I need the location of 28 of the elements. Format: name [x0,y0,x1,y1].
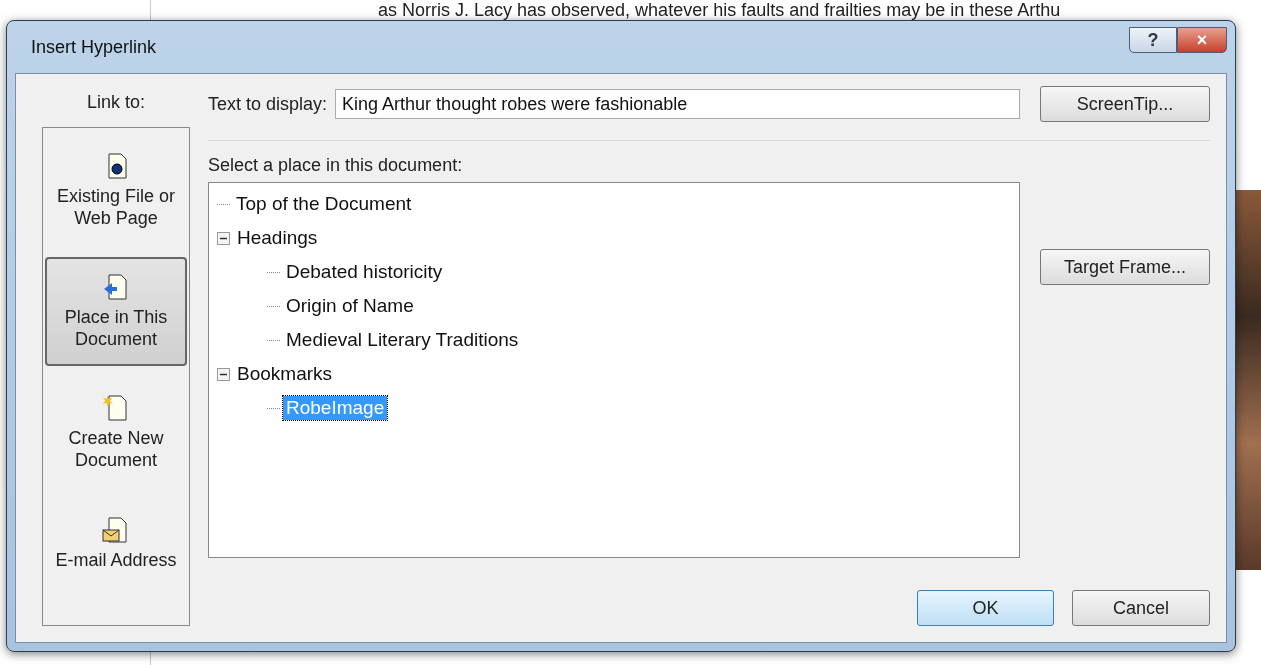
link-type-item[interactable]: E-mail Address [45,499,187,588]
tree-connector-icon [267,338,281,342]
window-title: Insert Hyperlink [31,36,157,58]
collapse-icon[interactable] [217,367,230,381]
tree-item[interactable]: Debated historicity [283,260,446,284]
link-type-item[interactable]: Place in This Document [45,257,187,367]
link-type-item[interactable]: Create New Document [45,378,187,488]
link-to-label: Link to: [86,92,145,113]
collapse-icon[interactable] [217,231,230,245]
tree-item[interactable]: Headings [234,226,321,250]
help-button[interactable]: ? [1129,27,1177,53]
tree-item[interactable]: Top of the Document [233,192,415,216]
tree-item[interactable]: Origin of Name [283,294,417,318]
document-text: as Norris J. Lacy has observed, whatever his faults and frailties may be in these Arthu [378,0,1061,21]
select-place-label: Select a place in this document: [208,155,464,176]
text-to-display-field[interactable]: King Arthur thought robes were fashionable [335,89,1020,119]
link-type-item[interactable]: Existing File or Web Page [45,136,187,246]
tree-item[interactable]: Bookmarks [234,362,336,386]
tree-connector-icon [267,304,281,308]
tree-item[interactable]: Medieval Literary Traditions [283,328,522,352]
text-to-display-label: Text to display: [208,93,328,115]
tree-connector-icon [267,270,281,274]
ok-button[interactable]: OK [917,590,1054,626]
screentip-button[interactable]: ScreenTip... [1040,86,1210,122]
cancel-button[interactable]: Cancel [1072,590,1210,626]
tree-connector-icon [267,406,281,410]
target-frame-button[interactable]: Target Frame... [1040,249,1210,285]
tree-connector-icon [217,202,231,206]
